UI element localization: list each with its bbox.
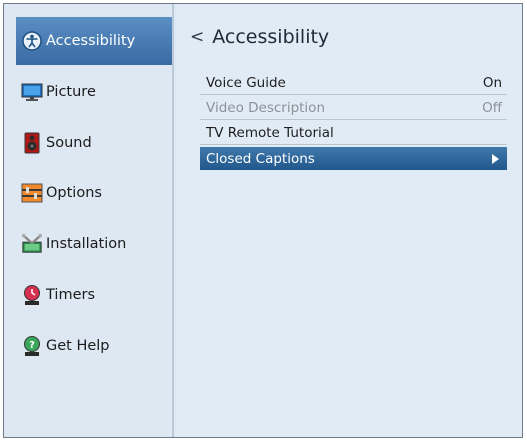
menu-row-closed-captions[interactable]: Closed Captions <box>200 147 507 170</box>
speaker-icon <box>21 132 43 154</box>
sidebar-item-get-help[interactable]: ? Get Help <box>16 322 172 370</box>
menu-row-video-description: Video Description Off <box>200 97 507 120</box>
sidebar-item-label: Sound <box>46 135 92 151</box>
sidebar-item-options[interactable]: Options <box>16 169 172 217</box>
tv-menu-frame: Accessibility Picture Sound Options Inst… <box>3 3 523 438</box>
main-panel: < Accessibility Voice Guide On Video Des… <box>176 4 522 437</box>
menu-row-label: Closed Captions <box>206 150 315 167</box>
timer-icon <box>21 284 43 306</box>
installation-icon <box>21 233 43 255</box>
sidebar: Accessibility Picture Sound Options Inst… <box>4 4 174 437</box>
sidebar-item-accessibility[interactable]: Accessibility <box>16 17 172 65</box>
sidebar-item-picture[interactable]: Picture <box>16 68 172 116</box>
sidebar-item-sound[interactable]: Sound <box>16 119 172 167</box>
back-chevron-icon[interactable]: < <box>190 27 204 47</box>
menu-row-label: Voice Guide <box>206 75 286 91</box>
menu-row-value: Off <box>482 100 502 116</box>
picture-icon <box>21 81 43 103</box>
sidebar-item-label: Picture <box>46 84 96 100</box>
svg-text:?: ? <box>29 340 35 351</box>
menu-row-label: Video Description <box>206 100 326 116</box>
sidebar-item-timers[interactable]: Timers <box>16 271 172 319</box>
accessibility-icon <box>21 30 43 52</box>
sidebar-item-label: Options <box>46 185 102 201</box>
menu-row-tv-remote-tutorial[interactable]: TV Remote Tutorial <box>200 122 507 145</box>
help-icon: ? <box>21 335 43 357</box>
menu-row-value: On <box>482 75 502 91</box>
options-icon <box>21 182 43 204</box>
menu-row-voice-guide[interactable]: Voice Guide On <box>200 72 507 95</box>
sidebar-item-label: Accessibility <box>46 33 136 49</box>
menu-row-label: TV Remote Tutorial <box>206 125 334 141</box>
chevron-right-icon <box>492 153 499 164</box>
page-title: < Accessibility <box>190 26 329 48</box>
sidebar-item-installation[interactable]: Installation <box>16 220 172 268</box>
sidebar-item-label: Installation <box>46 236 127 252</box>
page-title-text: Accessibility <box>212 26 330 48</box>
sidebar-item-label: Get Help <box>46 338 110 354</box>
sidebar-item-label: Timers <box>46 287 96 303</box>
